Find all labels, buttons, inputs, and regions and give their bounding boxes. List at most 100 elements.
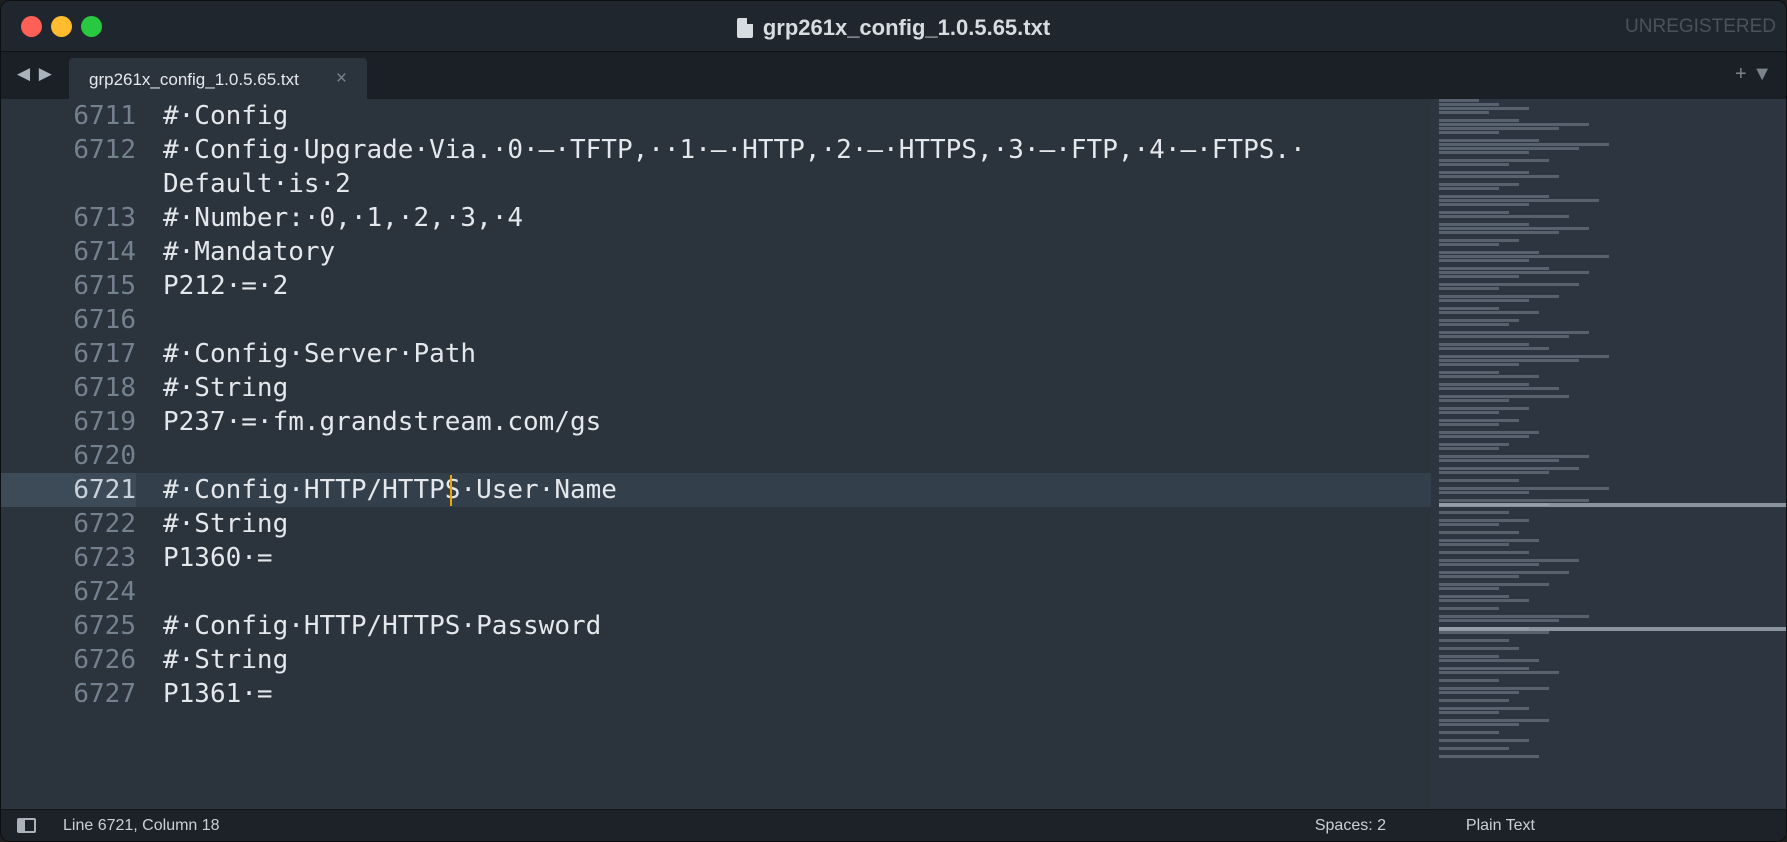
minimap-line xyxy=(1439,599,1529,602)
minimap-line xyxy=(1439,707,1529,710)
title-bar: grp261x_config_1.0.5.65.txt UNREGISTERED xyxy=(1,1,1786,51)
minimap-line xyxy=(1439,347,1549,350)
line-text[interactable]: #·String xyxy=(163,643,288,677)
minimap-line xyxy=(1439,411,1499,414)
line-number: 6726 xyxy=(73,645,136,675)
minimap-line xyxy=(1439,691,1519,694)
minimap-line xyxy=(1439,719,1549,722)
syntax-selector[interactable]: Plain Text xyxy=(1466,817,1535,835)
code-line[interactable]: 6726 #·String xyxy=(1,643,1431,677)
minimap[interactable] xyxy=(1431,99,1786,811)
code-line-active[interactable]: 6721 #·Config·HTTP/HTTPS·User·Name xyxy=(1,473,1431,507)
minimap-line xyxy=(1439,523,1499,526)
minimap-line xyxy=(1439,299,1529,302)
editor-area[interactable]: 6711 #·Config 6712 #·Config·Upgrade·Via.… xyxy=(1,99,1786,811)
minimap-line xyxy=(1439,239,1519,242)
line-text[interactable]: P212·=·2 xyxy=(163,269,288,303)
minimap-line xyxy=(1439,295,1559,298)
line-text[interactable]: #·Config·HTTP/HTTPS·User·Name xyxy=(163,473,617,507)
code-line-wrapped[interactable]: Default·is·2 xyxy=(1,167,1431,201)
minimap-line xyxy=(1439,559,1579,562)
minimap-line xyxy=(1439,479,1519,482)
minimap-line xyxy=(1439,187,1499,190)
window-title-text: grp261x_config_1.0.5.65.txt xyxy=(762,15,1051,40)
minimap-line xyxy=(1439,287,1499,290)
code-lines[interactable]: 6711 #·Config 6712 #·Config·Upgrade·Via.… xyxy=(1,99,1431,811)
minimap-line xyxy=(1439,195,1549,198)
minimap-line xyxy=(1439,619,1559,622)
minimap-line xyxy=(1439,307,1499,310)
line-text[interactable]: #·Config xyxy=(163,99,288,133)
minimap-line xyxy=(1439,123,1589,126)
line-number: 6713 xyxy=(73,203,136,233)
line-text[interactable]: #·Config·HTTP/HTTPS·Password xyxy=(163,609,601,643)
line-text[interactable]: P1361·= xyxy=(163,677,273,711)
line-text[interactable]: Default·is·2 xyxy=(163,167,351,201)
code-line[interactable]: 6711 #·Config xyxy=(1,99,1431,133)
line-text[interactable]: #·String xyxy=(163,371,288,405)
minimap-line xyxy=(1439,571,1569,574)
code-line[interactable]: 6713 #·Number:·0,·1,·2,·3,·4 xyxy=(1,201,1431,235)
line-text[interactable]: P237·=·fm.grandstream.com/gs xyxy=(163,405,601,439)
minimap-line xyxy=(1439,443,1509,446)
code-line[interactable]: 6727 P1361·= xyxy=(1,677,1431,711)
line-number: 6717 xyxy=(73,339,136,369)
line-number: 6722 xyxy=(73,509,136,539)
minimap-line xyxy=(1439,203,1529,206)
minimap-line xyxy=(1439,387,1559,390)
line-text[interactable]: P1360·= xyxy=(163,541,273,575)
minimap-line xyxy=(1439,311,1539,314)
line-text[interactable]: #·Config·Upgrade·Via.·0·–·TFTP,··1·–·HTT… xyxy=(163,133,1306,167)
code-line[interactable]: 6725 #·Config·HTTP/HTTPS·Password xyxy=(1,609,1431,643)
minimap-line xyxy=(1439,671,1559,674)
minimap-line xyxy=(1439,119,1519,122)
tab-file[interactable]: grp261x_config_1.0.5.65.txt × xyxy=(69,58,367,100)
minimap-line xyxy=(1439,139,1539,142)
line-number: 6715 xyxy=(73,271,136,301)
code-line[interactable]: 6716 xyxy=(1,303,1431,337)
minimap-line xyxy=(1439,487,1609,490)
minimap-line xyxy=(1439,355,1609,358)
code-line[interactable]: 6714 #·Mandatory xyxy=(1,235,1431,269)
code-line[interactable]: 6719 P237·=·fm.grandstream.com/gs xyxy=(1,405,1431,439)
minimap-line xyxy=(1439,323,1509,326)
minimap-line xyxy=(1439,335,1569,338)
minimap-line xyxy=(1439,175,1559,178)
code-line[interactable]: 6724 xyxy=(1,575,1431,609)
minimap-line xyxy=(1439,431,1539,434)
tab-actions-icon[interactable]: + ▼ xyxy=(1735,63,1772,86)
line-text[interactable]: #·String xyxy=(163,507,288,541)
minimap-line xyxy=(1439,143,1609,146)
line-number: 6712 xyxy=(73,135,136,165)
line-text[interactable]: #·Config·Server·Path xyxy=(163,337,476,371)
minimap-line xyxy=(1439,455,1589,458)
minimap-line xyxy=(1439,183,1519,186)
code-line[interactable]: 6712 #·Config·Upgrade·Via.·0·–·TFTP,··1·… xyxy=(1,133,1431,167)
code-line[interactable]: 6722 #·String xyxy=(1,507,1431,541)
line-number-active: 6721 xyxy=(1,473,136,507)
indentation-setting[interactable]: Spaces: 2 xyxy=(1315,817,1386,835)
minimap-line xyxy=(1439,447,1499,450)
tab-navigation-arrows-icon[interactable]: ◀ ▶ xyxy=(17,64,54,84)
minimap-line xyxy=(1439,747,1509,750)
minimap-line xyxy=(1439,711,1499,714)
minimap-line xyxy=(1439,159,1549,162)
minimap-line xyxy=(1439,271,1589,274)
minimap-line xyxy=(1439,551,1529,554)
line-text[interactable]: #·Number:·0,·1,·2,·3,·4 xyxy=(163,201,523,235)
code-line[interactable]: 6720 xyxy=(1,439,1431,473)
tab-close-icon[interactable]: × xyxy=(336,68,347,90)
minimap-line xyxy=(1439,243,1499,246)
status-bar: Line 6721, Column 18 Spaces: 2 Plain Tex… xyxy=(1,809,1786,841)
code-line[interactable]: 6718 #·String xyxy=(1,371,1431,405)
cursor-position[interactable]: Line 6721, Column 18 xyxy=(63,817,220,835)
code-line[interactable]: 6715 P212·=·2 xyxy=(1,269,1431,303)
code-line[interactable]: 6717 #·Config·Server·Path xyxy=(1,337,1431,371)
code-line[interactable]: 6723 P1360·= xyxy=(1,541,1431,575)
minimap-line xyxy=(1439,647,1519,650)
minimap-line xyxy=(1439,491,1529,494)
minimap-line xyxy=(1439,667,1529,670)
line-text[interactable]: #·Mandatory xyxy=(163,235,335,269)
toggle-panel-icon[interactable] xyxy=(17,818,36,833)
minimap-line xyxy=(1439,275,1519,278)
